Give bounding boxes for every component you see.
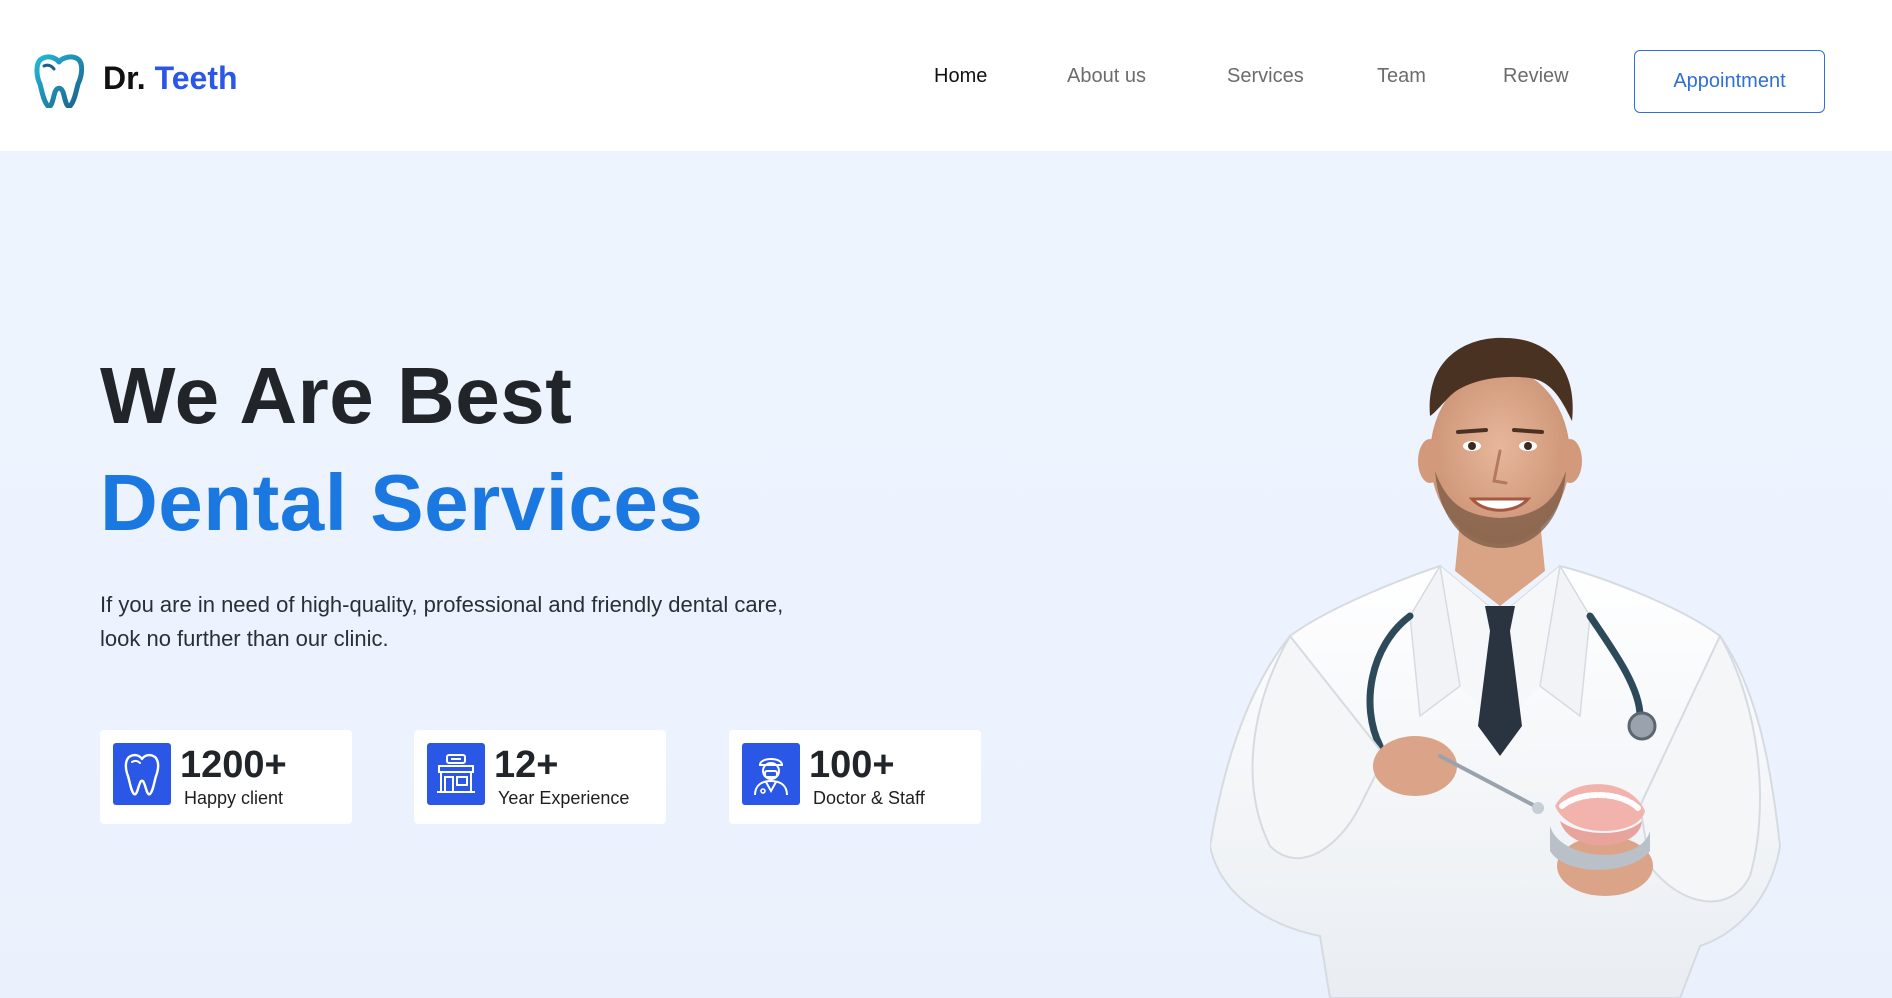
stat-doctors-staff: 100+ Doctor & Staff (729, 730, 981, 824)
nav-review[interactable]: Review (1503, 60, 1569, 92)
nav-about-us[interactable]: About us (1067, 60, 1146, 92)
stat-value: 100+ (809, 744, 895, 786)
hero-description-line2: look no further than our clinic. (100, 626, 389, 651)
hero-section: We Are Best Dental Services If you are i… (0, 151, 1892, 998)
clinic-icon (437, 754, 475, 793)
stat-label: Doctor & Staff (813, 788, 925, 808)
hero-title-line2: Dental Services (100, 458, 704, 547)
hero-title-line1: We Are Best (100, 351, 573, 440)
stat-label: Year Experience (498, 788, 630, 808)
stat-experience: 12+ Year Experience (414, 730, 666, 824)
stat-value: 1200+ (180, 744, 287, 786)
main-nav: Home About us Services Team Review (0, 60, 1892, 92)
appointment-button[interactable]: Appointment (1634, 50, 1825, 113)
doctor-icon (754, 758, 788, 796)
hero-description-line1: If you are in need of high-quality, prof… (100, 592, 784, 617)
stat-icon-box (742, 743, 800, 805)
stat-happy-clients: 1200+ Happy client (100, 730, 352, 824)
stat-value: 12+ (494, 744, 559, 786)
nav-team[interactable]: Team (1377, 60, 1426, 92)
site-header: Dr. Teeth Home About us Services Team Re… (0, 0, 1892, 151)
tooth-icon (124, 753, 160, 796)
stat-icon-box (113, 743, 171, 805)
hero-description: If you are in need of high-quality, prof… (100, 588, 840, 656)
nav-home[interactable]: Home (934, 60, 987, 92)
dentist-photo (1210, 337, 1782, 998)
stat-label: Happy client (184, 788, 284, 808)
nav-services[interactable]: Services (1227, 60, 1304, 92)
stat-icon-box (427, 743, 485, 805)
